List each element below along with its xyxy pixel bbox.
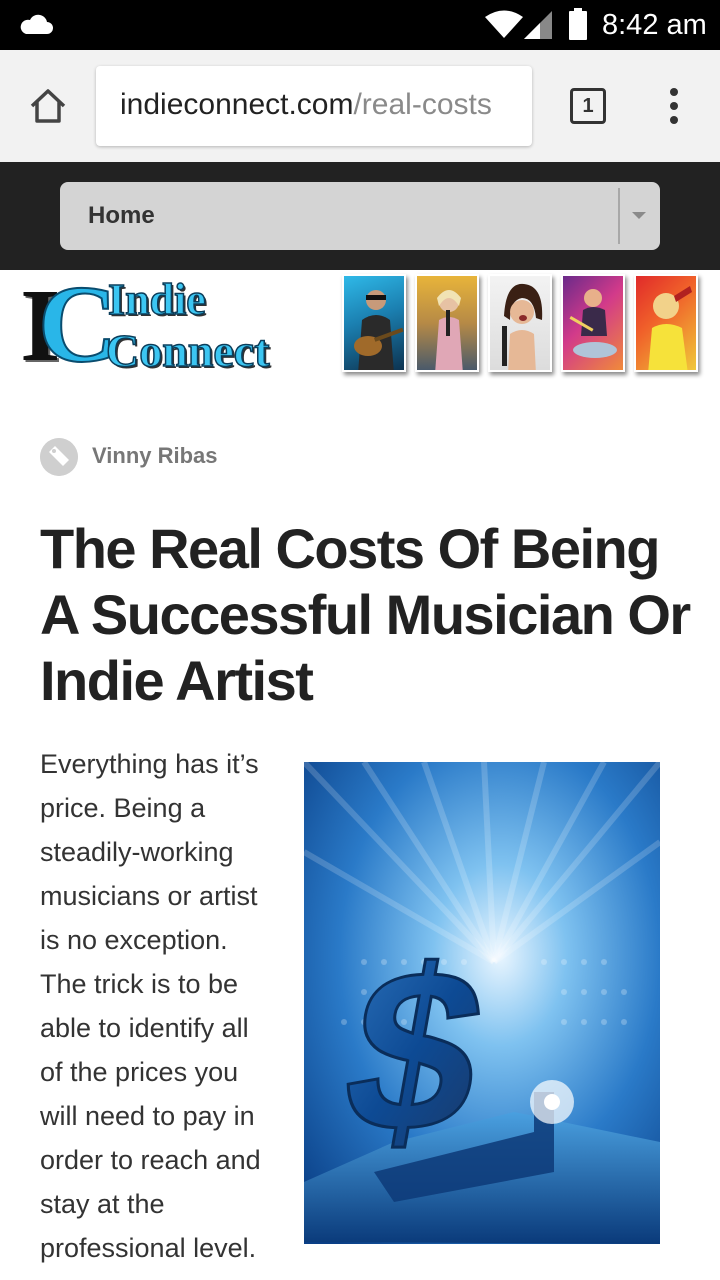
signal-icon [524,11,552,39]
drummer-photo [561,274,625,372]
singer-photo [415,274,479,372]
body-line: steadily-working [40,837,234,867]
nav-dropdown-divider [618,188,620,244]
battery-icon [569,8,587,40]
body-line: order to reach and [40,1145,261,1175]
url-path: /real-costs [353,88,492,121]
cloud-icon [20,14,54,34]
author-name[interactable]: Vinny Ribas [92,443,218,469]
vocalist-photo [488,274,552,372]
nav-dropdown-value: Home [88,202,155,229]
home-icon[interactable] [26,84,70,128]
logo-word-connect: Connect [105,325,270,376]
address-bar[interactable]: indieconnect.com/real-costs [96,66,532,146]
body-line: price. Being a [40,793,206,823]
status-bar: 8:42 am [0,0,720,50]
site-header: I C Indie Connect [0,268,720,382]
overflow-menu-icon[interactable] [664,86,684,126]
url-text: indieconnect.com/real-costs [120,88,492,122]
site-logo[interactable]: I C Indie Connect [14,268,314,380]
body-line: Everything has it’s [40,749,259,779]
header-photo-strip [340,274,700,376]
article-title: The Real Costs Of Being A Successful Mus… [40,517,691,712]
url-host: indieconnect.com [120,88,354,121]
article-body: Everything has it’s price. Being a stead… [40,742,288,1270]
body-line: is no exception. [40,925,228,955]
logo-word-indie: Indie [107,275,206,324]
tag-icon [40,438,78,476]
body-line: of the prices you [40,1057,239,1087]
wifi-icon [485,10,523,38]
nav-dropdown[interactable]: Home [60,182,660,250]
body-line: able to identify all [40,1013,249,1043]
browser-toolbar: indieconnect.com/real-costs 1 [0,50,720,162]
body-line: professional level. [40,1233,257,1263]
dollar-sign-image: $ [304,762,660,1244]
body-line: musicians or artist [40,881,258,911]
site-nav: Home [0,162,720,270]
body-line: The trick is to be [40,969,239,999]
body-line: stay at the [40,1189,165,1219]
clock: 8:42 am [602,9,707,41]
performer-photo [634,274,698,372]
guitarist-photo [342,274,406,372]
tabs-icon[interactable]: 1 [570,88,606,124]
body-line: will need to pay in [40,1101,255,1131]
chevron-down-icon [632,212,646,219]
